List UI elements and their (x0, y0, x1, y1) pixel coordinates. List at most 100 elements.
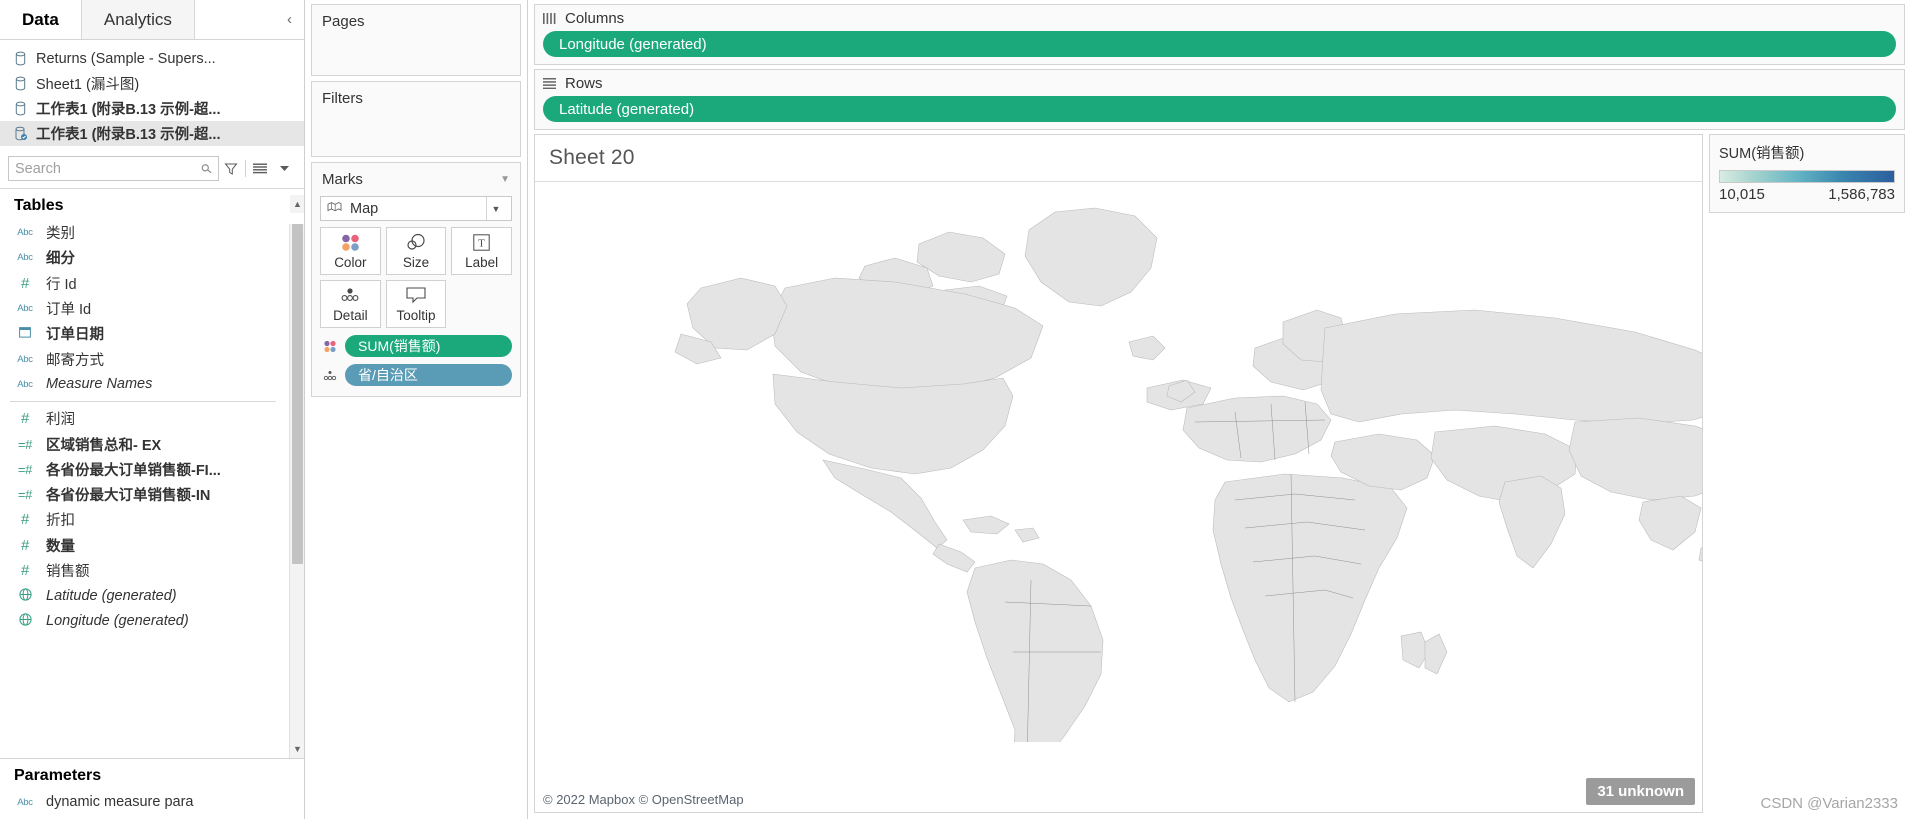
calculated-field-icon: =# (17, 487, 33, 503)
scroll-up-icon[interactable]: ▲ (290, 195, 304, 213)
datasource-item-worksheet1-b[interactable]: 工作表1 (附录B.13 示例-超... (0, 121, 304, 146)
fields-scrollbar[interactable]: ▲ ▼ (289, 195, 304, 758)
measure-longitude[interactable]: Longitude (generated) (0, 608, 288, 633)
abc-icon: Abc (17, 796, 33, 808)
pages-title: Pages (322, 13, 365, 30)
search-input[interactable] (15, 160, 203, 177)
measure-lirun[interactable]: # 利润 (0, 406, 288, 431)
legend-max-value: 1,586,783 (1828, 186, 1895, 203)
field-label: 订单 Id (46, 302, 92, 319)
field-dingdanid[interactable]: Abc 订单 Id (0, 296, 288, 321)
search-box[interactable]: ⚲ (8, 156, 219, 181)
columns-shelf-strip: Columns Longitude (generated) (528, 0, 1911, 65)
globe-icon (14, 613, 36, 629)
measure-quyu-xiaoshou-ex[interactable]: =# 区域销售总和- EX (0, 431, 288, 456)
legend-title: SUM(销售额) (1719, 146, 1805, 162)
number-icon: # (20, 536, 30, 554)
columns-label: Columns (565, 10, 625, 27)
marks-tooltip-button[interactable]: Tooltip (385, 280, 447, 328)
columns-pill-longitude[interactable]: Longitude (generated) (543, 31, 1896, 57)
chevron-down-icon[interactable] (272, 156, 296, 181)
mark-pill-sum-sales[interactable]: SUM(销售额) (345, 335, 512, 357)
map-view[interactable]: © 2022 Mapbox © OpenStreetMap 31 unknown (535, 182, 1702, 812)
tables-section-title: Tables (14, 197, 64, 214)
measure-latitude[interactable]: Latitude (generated) (0, 583, 288, 608)
mark-pill-row-color: SUM(销售额) (312, 328, 520, 357)
tab-data[interactable]: Data (0, 0, 81, 39)
datasource-item-sheet1[interactable]: Sheet1 (漏斗图) (0, 71, 304, 96)
fields-container: Tables Abc 类别 Abc 细分 # 行 Id Abc 订单 Id 订单… (0, 189, 304, 758)
tab-analytics[interactable]: Analytics (80, 0, 195, 39)
rows-shelf[interactable]: Rows Latitude (generated) (534, 69, 1905, 130)
mark-pill-row-detail: 省/自治区 (312, 357, 520, 386)
color-legend[interactable]: SUM(销售额) 10,015 1,586,783 (1709, 134, 1905, 213)
datasource-label: 工作表1 (附录B.13 示例-超... (36, 127, 221, 143)
worksheet-card: Sheet 20 © 2022 Mapbox © OpenStreetMap 3… (534, 134, 1703, 813)
field-xifen[interactable]: Abc 细分 (0, 245, 288, 270)
field-youjifangshi[interactable]: Abc 邮寄方式 (0, 346, 288, 371)
datasource-item-worksheet1-a[interactable]: 工作表1 (附录B.13 示例-超... (0, 96, 304, 121)
columns-pill-label: Longitude (generated) (559, 35, 707, 53)
database-icon (14, 101, 27, 116)
field-measure-names[interactable]: Abc Measure Names (0, 372, 288, 397)
detail-dots-icon (322, 369, 338, 382)
tab-data-label: Data (22, 9, 59, 29)
measure-gesheng-include[interactable]: =# 各省份最大订单销售额-IN (0, 482, 288, 507)
unknown-marks-badge[interactable]: 31 unknown (1586, 778, 1695, 805)
marks-tooltip-label: Tooltip (396, 308, 436, 323)
parameter-dynamic-measure[interactable]: Abc dynamic measure para (0, 790, 304, 815)
marks-label-label: Label (465, 255, 499, 270)
number-icon: # (20, 562, 30, 579)
marks-color-button[interactable]: Color (320, 227, 381, 275)
marks-shelf-column: Pages Filters Marks ▼ Map ▼ Color Size T… (305, 0, 528, 819)
filter-icon[interactable] (219, 156, 243, 181)
measure-gesheng-fixed[interactable]: =# 各省份最大订单销售额-FI... (0, 457, 288, 482)
scrollbar-thumb[interactable] (292, 224, 303, 564)
collapse-pane-icon[interactable]: ‹ (275, 0, 304, 39)
columns-shelf[interactable]: Columns Longitude (generated) (534, 4, 1905, 65)
field-leibie[interactable]: Abc 类别 (0, 220, 288, 245)
filters-card[interactable]: Filters (311, 81, 521, 157)
tooltip-icon (406, 285, 426, 305)
field-label: Latitude (generated) (46, 587, 177, 604)
rows-pill-latitude[interactable]: Latitude (generated) (543, 96, 1896, 122)
marks-collapse-icon[interactable]: ▼ (500, 174, 510, 185)
toolbar-divider (245, 160, 246, 177)
measure-zhekou[interactable]: # 折扣 (0, 507, 288, 532)
abc-icon: Abc (17, 252, 33, 264)
rows-shelf-strip: Rows Latitude (generated) (528, 65, 1911, 130)
scroll-down-icon[interactable]: ▼ (290, 739, 304, 758)
datasource-label: Returns (Sample - Supers... (36, 50, 216, 67)
parameters-section-title: Parameters (14, 766, 102, 784)
marks-size-button[interactable]: Size (385, 227, 447, 275)
map-mark-icon (327, 201, 342, 217)
size-circles-icon (405, 232, 427, 252)
marks-detail-button[interactable]: Detail (320, 280, 381, 328)
mark-type-chevron-icon[interactable]: ▼ (486, 197, 505, 220)
color-dots-icon (340, 232, 361, 252)
marks-properties: Color Size T Label Detail Tooltip (312, 227, 520, 328)
legend-gradient-bar (1719, 170, 1895, 183)
list-view-icon[interactable] (248, 156, 272, 181)
rows-shelf-label-row: Rows (543, 75, 1896, 92)
tab-analytics-label: Analytics (103, 9, 172, 29)
mark-type-label: Map (350, 200, 379, 217)
field-label: 区域销售总和- EX (46, 437, 162, 454)
calculated-field-icon: =# (17, 461, 33, 477)
marks-label-button[interactable]: T Label (451, 227, 512, 275)
pages-card[interactable]: Pages (311, 4, 521, 76)
calendar-icon (14, 326, 36, 341)
detail-dots-icon (339, 285, 361, 305)
datasource-item-returns[interactable]: Returns (Sample - Supers... (0, 46, 304, 71)
mark-pill-province[interactable]: 省/自治区 (345, 364, 512, 386)
view-area: Sheet 20 © 2022 Mapbox © OpenStreetMap 3… (528, 130, 1911, 819)
number-icon: # (20, 410, 30, 428)
datasource-label: 工作表1 (附录B.13 示例-超... (36, 102, 221, 118)
mark-type-selector[interactable]: Map ▼ (320, 196, 512, 221)
marks-detail-label: Detail (333, 308, 368, 323)
field-dingdanriqi[interactable]: 订单日期 (0, 321, 288, 346)
field-label: 邮寄方式 (46, 352, 104, 369)
measure-xiaoshoue[interactable]: # 销售额 (0, 558, 288, 583)
measure-shuliang[interactable]: # 数量 (0, 533, 288, 558)
field-hangid[interactable]: # 行 Id (0, 271, 288, 296)
